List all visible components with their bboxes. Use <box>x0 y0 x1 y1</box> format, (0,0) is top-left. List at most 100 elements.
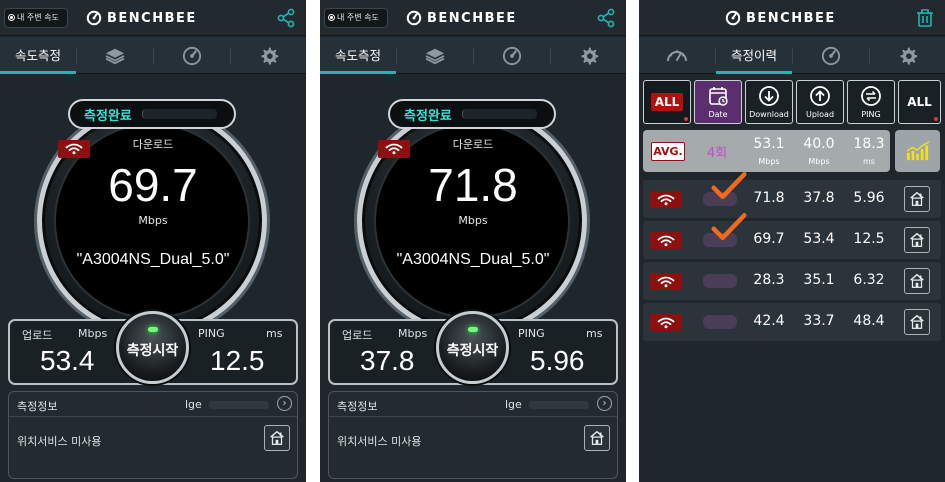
chevron-right-icon[interactable]: › <box>277 396 292 411</box>
tab-history-label: 측정이력 <box>730 47 777 63</box>
ping-value: 12.5 <box>210 345 265 376</box>
tab-bar: 속도측정 <box>320 37 626 74</box>
upload-unit: Mbps <box>398 327 428 340</box>
all-filter-button[interactable]: ALL <box>898 80 941 124</box>
row-download: 71.8 <box>753 190 785 206</box>
history-row[interactable]: 69.7 53.4 12.5 <box>643 221 941 259</box>
ping-value: 5.96 <box>530 345 585 376</box>
average-ping-unit: ms <box>863 157 875 166</box>
benchbee-logo: BENCHBEE <box>406 9 517 27</box>
row-download: 69.7 <box>753 231 785 247</box>
tab-settings[interactable] <box>551 37 626 74</box>
layers-icon <box>104 47 126 65</box>
row-location-button[interactable] <box>904 268 930 294</box>
home-icon <box>268 429 286 447</box>
tab-speed-test-label: 속도측정 <box>14 47 61 63</box>
home-icon <box>588 429 606 447</box>
status-led <box>468 327 478 332</box>
wifi-badge <box>650 273 682 290</box>
start-test-button[interactable]: 측정시작 <box>116 311 189 384</box>
download-label: 다운로드 <box>452 138 494 151</box>
tab-layers[interactable] <box>397 37 473 74</box>
history-screen: BENCHBEE 측정이력 ALL Date Download Upload P… <box>639 0 945 482</box>
gauge-icon <box>821 46 841 66</box>
logo-mark-icon <box>86 10 102 26</box>
network-ssid: "A3004NS_Dual_5.0" <box>76 251 230 268</box>
logo-text: BENCHBEE <box>427 10 517 26</box>
wifi-icon <box>657 235 675 247</box>
tab-gauge[interactable] <box>793 37 869 74</box>
benchbee-logo: BENCHBEE <box>86 9 197 27</box>
history-row[interactable]: 71.8 37.8 5.96 <box>643 180 941 218</box>
divider <box>9 416 297 417</box>
row-download: 42.4 <box>753 313 785 329</box>
nearby-speed-label: 내 주변 속도 <box>337 13 379 22</box>
logo-mark-icon <box>406 10 422 26</box>
history-row[interactable]: 42.4 33.7 48.4 <box>643 303 941 341</box>
tab-speed-test-label: 속도측정 <box>334 47 381 63</box>
sort-date-button[interactable]: Date <box>694 80 742 124</box>
redacted-date <box>703 274 737 288</box>
sort-upload-button[interactable]: Upload <box>796 80 844 124</box>
carrier-label: lge <box>185 398 202 411</box>
wifi-icon <box>657 194 675 206</box>
speedometer-icon <box>665 45 689 67</box>
row-upload: 53.4 <box>803 231 835 247</box>
location-status: 위치서비스 미사용 <box>17 435 102 448</box>
upload-label: 업로드 <box>22 329 53 342</box>
ping-label: PING <box>198 327 225 340</box>
wifi-icon <box>657 276 675 288</box>
tab-speed-test[interactable] <box>639 37 715 74</box>
history-row[interactable]: 28.3 35.1 6.32 <box>643 262 941 300</box>
logo-mark-icon <box>725 10 741 26</box>
top-bar: BENCHBEE <box>639 0 945 36</box>
start-test-label: 측정시작 <box>126 343 179 359</box>
status-text: 측정완료 <box>404 108 452 124</box>
graph-view-button[interactable] <box>895 130 940 172</box>
start-test-button[interactable]: 측정시작 <box>436 311 509 384</box>
row-location-button[interactable] <box>904 227 930 253</box>
info-title: 측정정보 <box>337 400 378 413</box>
wifi-badge <box>650 232 682 249</box>
tab-layers[interactable] <box>77 37 153 74</box>
network-filter-button[interactable]: ALL <box>643 80 691 124</box>
tab-speed-test[interactable]: 속도측정 <box>0 37 76 74</box>
checkmark-icon <box>711 213 747 241</box>
row-upload: 35.1 <box>803 272 835 288</box>
download-value: 71.8 <box>428 159 518 211</box>
ping-label: PING <box>518 327 545 340</box>
nearby-speed-button[interactable]: 내 주변 속도 <box>324 8 388 28</box>
gear-icon <box>259 46 279 66</box>
row-location-button[interactable] <box>904 309 930 335</box>
measurement-count: 4회 <box>707 146 728 161</box>
gear-icon <box>579 46 599 66</box>
gear-icon <box>898 46 918 66</box>
tab-history[interactable] <box>154 37 230 74</box>
home-location-button[interactable] <box>584 425 610 451</box>
tab-speed-test[interactable]: 속도측정 <box>320 37 396 74</box>
nearby-speed-button[interactable]: 내 주변 속도 <box>4 8 68 28</box>
status-pill: 측정완료 <box>388 99 556 129</box>
download-value: 69.7 <box>108 159 198 211</box>
share-icon[interactable] <box>276 8 296 28</box>
sort-ping-button[interactable]: PING <box>847 80 895 124</box>
row-location-button[interactable] <box>904 186 930 212</box>
gauge-icon <box>502 46 522 66</box>
tab-settings[interactable] <box>231 37 306 74</box>
row-ping: 12.5 <box>853 231 885 247</box>
download-label: 다운로드 <box>132 138 174 151</box>
top-bar: 내 주변 속도 BENCHBEE <box>0 0 306 36</box>
redacted-model <box>209 401 269 409</box>
gauge-icon <box>182 46 202 66</box>
tab-history[interactable]: 측정이력 <box>716 37 792 74</box>
trash-icon[interactable] <box>915 8 935 28</box>
tab-settings[interactable] <box>870 37 945 74</box>
sort-ping-label: PING <box>861 110 881 119</box>
redacted-date <box>703 315 737 329</box>
network-ssid: "A3004NS_Dual_5.0" <box>396 251 550 268</box>
chevron-right-icon[interactable]: › <box>597 396 612 411</box>
tab-history[interactable] <box>474 37 550 74</box>
home-location-button[interactable] <box>264 425 290 451</box>
sort-download-button[interactable]: Download <box>745 80 793 124</box>
share-icon[interactable] <box>596 8 616 28</box>
